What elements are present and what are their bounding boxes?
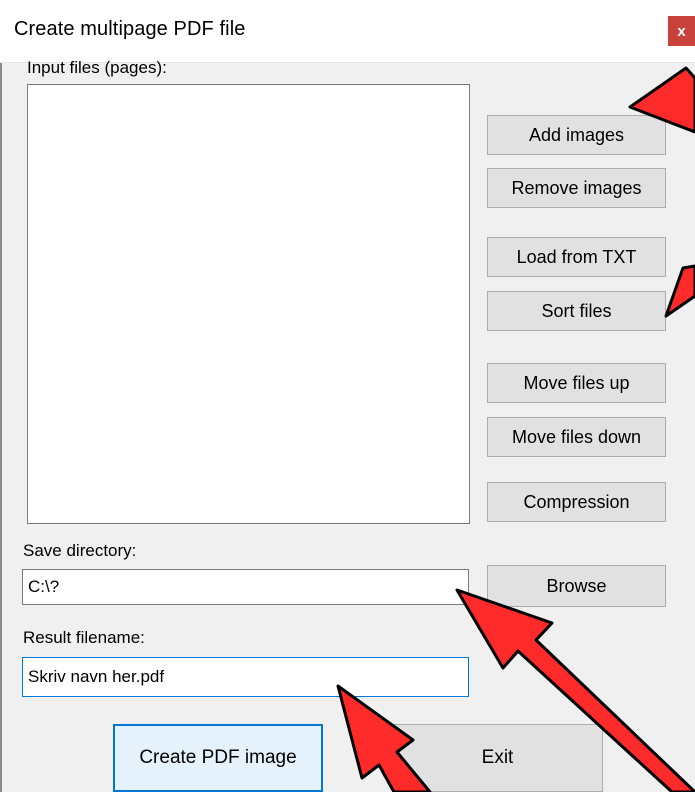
compression-button[interactable]: Compression [487, 482, 666, 522]
remove-images-button[interactable]: Remove images [487, 168, 666, 208]
save-directory-input[interactable]: C:\? [22, 569, 469, 605]
input-files-label: Input files (pages): [27, 58, 167, 77]
title-bar: Create multipage PDF file x [0, 0, 695, 63]
load-from-txt-button[interactable]: Load from TXT [487, 237, 666, 277]
add-images-button[interactable]: Add images [487, 115, 666, 155]
browse-button[interactable]: Browse [487, 565, 666, 607]
create-pdf-button[interactable]: Create PDF image [113, 724, 323, 792]
sort-files-button[interactable]: Sort files [487, 291, 666, 331]
exit-button[interactable]: Exit [392, 724, 603, 792]
save-directory-label: Save directory: [23, 541, 137, 560]
move-files-down-button[interactable]: Move files down [487, 417, 666, 457]
window-title: Create multipage PDF file [14, 18, 246, 40]
move-files-up-button[interactable]: Move files up [487, 363, 666, 403]
close-button[interactable]: x [668, 16, 695, 46]
input-files-listbox[interactable] [27, 84, 470, 524]
arrow-to-sort-files [664, 264, 695, 318]
result-filename-input[interactable]: Skriv navn her.pdf [22, 657, 469, 697]
result-filename-label: Result filename: [23, 628, 145, 647]
window-frame [0, 0, 2, 792]
